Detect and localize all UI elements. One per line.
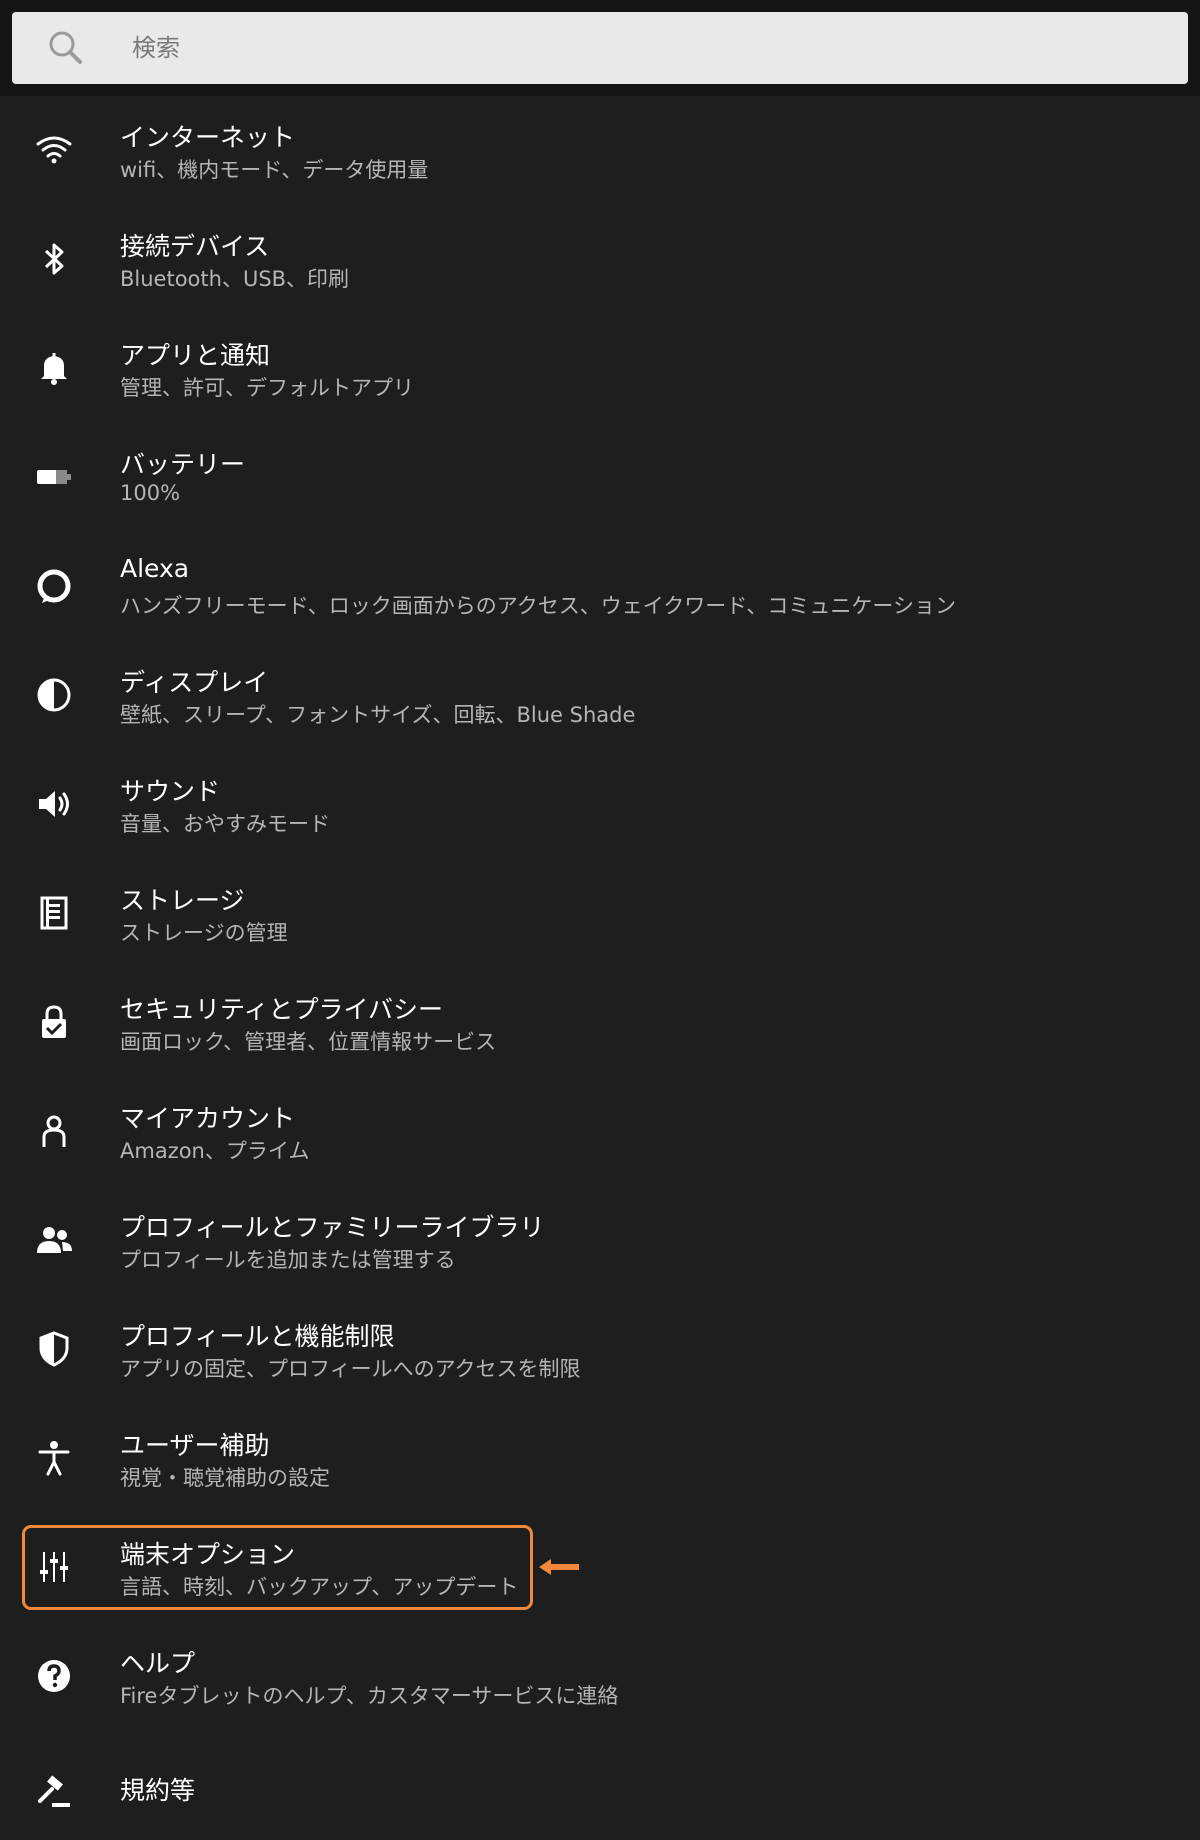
settings-item-subtitle: アプリの固定、プロフィールへのアクセスを制限: [120, 1357, 581, 1381]
settings-item-subtitle: 音量、おやすみモード: [120, 812, 330, 836]
search-placeholder: 検索: [132, 34, 180, 62]
sliders-icon: [30, 1543, 78, 1591]
speaker-icon: [30, 780, 78, 828]
settings-item-subtitle: ストレージの管理: [120, 921, 288, 945]
settings-item-title: ヘルプ: [120, 1649, 196, 1678]
settings-item-security-privacy[interactable]: セキュリティとプライバシー 画面ロック、管理者、位置情報サービス: [0, 968, 1200, 1077]
settings-item-subtitle: Fireタブレットのヘルプ、カスタマーサービスに連絡: [120, 1684, 619, 1708]
top-bar: 検索: [0, 0, 1200, 96]
settings-item-profiles-family[interactable]: プロフィールとファミリーライブラリ プロフィールを追加または管理する: [0, 1186, 1200, 1295]
settings-item-title: アプリと通知: [120, 341, 271, 370]
contrast-icon: [30, 671, 78, 719]
lock-icon: [30, 998, 78, 1046]
help-icon: [30, 1652, 78, 1700]
settings-item-title: セキュリティとプライバシー: [120, 995, 444, 1024]
storage-icon: [30, 889, 78, 937]
settings-item-title: サウンド: [120, 777, 221, 806]
alexa-icon: [30, 562, 78, 610]
settings-item-alexa[interactable]: Alexa ハンズフリーモード、ロック画面からのアクセス、ウェイクワード、コミュ…: [0, 532, 1200, 641]
settings-item-my-account[interactable]: マイアカウント Amazon、プライム: [0, 1077, 1200, 1186]
settings-item-title: 規約等: [120, 1776, 196, 1805]
settings-item-device-options[interactable]: 端末オプション 言語、時刻、バックアップ、アップデート: [0, 1513, 1200, 1622]
person-icon: [30, 1107, 78, 1155]
settings-item-display[interactable]: ディスプレイ 壁紙、スリープ、フォントサイズ、回転、Blue Shade: [0, 641, 1200, 750]
settings-item-legal[interactable]: 規約等: [0, 1731, 1200, 1840]
settings-item-subtitle: ハンズフリーモード、ロック画面からのアクセス、ウェイクワード、コミュニケーション: [120, 594, 957, 618]
wifi-icon: [30, 126, 78, 174]
settings-item-title: ユーザー補助: [120, 1431, 270, 1460]
settings-list: インターネット wifi、機内モード、データ使用量 接続デバイス Bluetoo…: [0, 96, 1200, 1840]
battery-icon: [30, 453, 78, 501]
settings-item-subtitle: Amazon、プライム: [120, 1139, 310, 1163]
accessibility-icon: [30, 1434, 78, 1482]
settings-item-title: Alexa: [120, 554, 190, 583]
settings-item-title: プロフィールとファミリーライブラリ: [120, 1213, 545, 1242]
bell-icon: [30, 344, 78, 392]
settings-item-internet[interactable]: インターネット wifi、機内モード、データ使用量: [0, 96, 1200, 205]
people-icon: [30, 1216, 78, 1264]
settings-item-apps-notifications[interactable]: アプリと通知 管理、許可、デフォルトアプリ: [0, 314, 1200, 423]
settings-item-title: ディスプレイ: [120, 668, 269, 697]
settings-item-title: バッテリー: [120, 450, 246, 479]
settings-item-title: プロフィールと機能制限: [120, 1322, 395, 1351]
settings-item-subtitle: 視覚・聴覚補助の設定: [120, 1466, 330, 1490]
search-icon: [46, 28, 86, 68]
settings-item-subtitle: 言語、時刻、バックアップ、アップデート: [120, 1575, 519, 1599]
shield-icon: [30, 1325, 78, 1373]
settings-item-profiles-restrictions[interactable]: プロフィールと機能制限 アプリの固定、プロフィールへのアクセスを制限: [0, 1295, 1200, 1404]
settings-item-subtitle: 壁紙、スリープ、フォントサイズ、回転、Blue Shade: [120, 703, 636, 727]
settings-item-storage[interactable]: ストレージ ストレージの管理: [0, 859, 1200, 968]
settings-item-subtitle: wifi、機内モード、データ使用量: [120, 158, 429, 182]
settings-item-help[interactable]: ヘルプ Fireタブレットのヘルプ、カスタマーサービスに連絡: [0, 1622, 1200, 1731]
settings-item-subtitle: 画面ロック、管理者、位置情報サービス: [120, 1030, 497, 1054]
settings-item-connected-devices[interactable]: 接続デバイス Bluetooth、USB、印刷: [0, 205, 1200, 314]
settings-item-subtitle: 管理、許可、デフォルトアプリ: [120, 376, 414, 400]
search-bar[interactable]: 検索: [12, 12, 1188, 84]
settings-item-accessibility[interactable]: ユーザー補助 視覚・聴覚補助の設定: [0, 1404, 1200, 1513]
settings-item-title: インターネット: [120, 123, 296, 152]
settings-item-subtitle: Bluetooth、USB、印刷: [120, 267, 350, 291]
settings-item-title: マイアカウント: [120, 1104, 296, 1133]
gavel-icon: [30, 1769, 78, 1817]
settings-item-title: 端末オプション: [120, 1540, 296, 1569]
settings-item-subtitle: プロフィールを追加または管理する: [120, 1248, 456, 1272]
settings-item-title: ストレージ: [120, 886, 245, 915]
settings-item-title: 接続デバイス: [120, 232, 270, 261]
bluetooth-icon: [30, 235, 78, 283]
settings-item-battery[interactable]: バッテリー 100%: [0, 423, 1200, 532]
settings-item-sound[interactable]: サウンド 音量、おやすみモード: [0, 750, 1200, 859]
arrow-left-icon: [537, 1555, 581, 1579]
settings-item-subtitle: 100%: [120, 481, 181, 505]
